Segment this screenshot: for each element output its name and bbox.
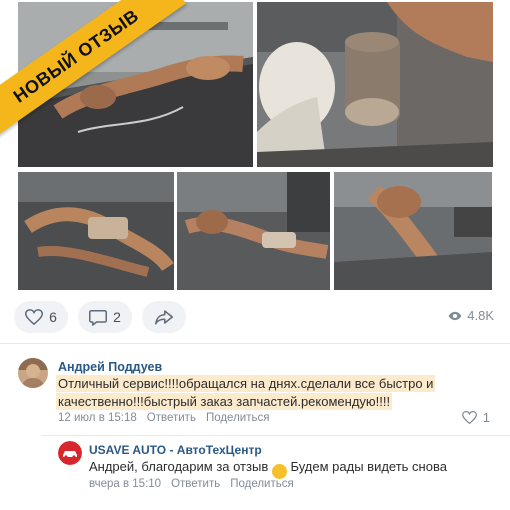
comment-text-line-2: качественно!!!быстрый заказ запчастей.ре…: [56, 393, 393, 410]
share-arrow-icon: [155, 310, 173, 325]
photo-3-image: [18, 172, 174, 290]
photo-exhaust-on-floor-1[interactable]: [18, 172, 174, 290]
comment-icon: [89, 309, 108, 326]
reply-time[interactable]: вчера в 15:10: [89, 478, 161, 490]
reply-share-link[interactable]: Поделиться: [230, 478, 294, 490]
comment-text-line-1: Отличный сервис!!!!обращался на днях.сде…: [56, 375, 436, 392]
reply-text-part-2: Будем рады видеть снова: [290, 459, 447, 474]
photo-hand-holding-catalyst[interactable]: [257, 2, 493, 167]
share-button[interactable]: [142, 301, 186, 333]
reply-reply-link[interactable]: Ответить: [171, 478, 220, 490]
commenter-name[interactable]: Андрей Поддуев: [58, 360, 162, 374]
comment-like-button[interactable]: 1: [461, 410, 490, 425]
photo-2-image: [257, 2, 493, 167]
company-avatar[interactable]: [58, 441, 82, 465]
comment-count: 2: [113, 309, 121, 325]
comment-like-count: 1: [482, 410, 490, 425]
like-count: 6: [49, 309, 57, 325]
post-actions: 6 2: [14, 301, 186, 333]
comment-meta: 12 июл в 15:18 Ответить Поделиться: [58, 412, 269, 424]
reply-divider: [42, 435, 510, 436]
company-name[interactable]: USAVE AUTO - АвтоТехЦентр: [89, 443, 262, 457]
comment-reply-link[interactable]: Ответить: [147, 412, 196, 424]
views-count: 4.8K: [467, 308, 494, 323]
photo-5-image: [334, 172, 492, 290]
reply-text: Андрей, благодарим за отзыв 😊 Будем рады…: [89, 458, 499, 479]
heart-icon: [25, 309, 44, 325]
commenter-avatar-image: [18, 358, 48, 388]
photo-4-image: [177, 172, 330, 290]
photo-exhaust-closeup[interactable]: [334, 172, 492, 290]
comment-time[interactable]: 12 июл в 15:18: [58, 412, 137, 424]
eye-icon: [448, 311, 462, 320]
like-button[interactable]: 6: [14, 301, 68, 333]
views-counter: 4.8K: [448, 308, 494, 323]
comment-share-link[interactable]: Поделиться: [206, 412, 270, 424]
divider: [0, 343, 510, 344]
car-logo-icon: [58, 441, 82, 465]
smile-emoji-icon: 😊: [271, 464, 287, 479]
photo-exhaust-on-floor-2[interactable]: [177, 172, 330, 290]
comment-text: Отличный сервис!!!!обращался на днях.сде…: [56, 375, 496, 411]
heart-icon: [461, 411, 477, 424]
commenter-avatar[interactable]: [18, 358, 48, 388]
reply-meta: вчера в 15:10 Ответить Поделиться: [89, 478, 294, 490]
comment-button[interactable]: 2: [78, 301, 132, 333]
reply-text-part-1: Андрей, благодарим за отзыв: [89, 459, 269, 474]
